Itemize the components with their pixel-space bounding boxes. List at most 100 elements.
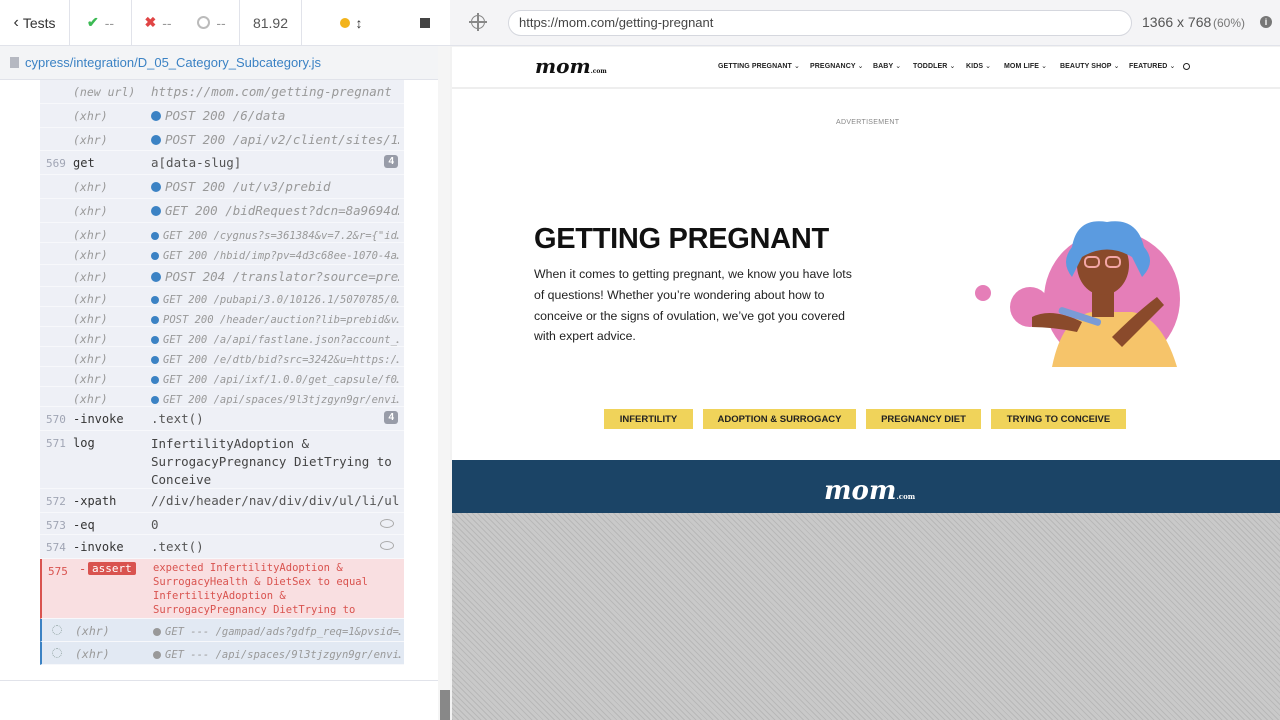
xhr-text: GET 200 /api/spaces/9l3tjzgyn9gr/envi… (163, 394, 399, 406)
log-row[interactable]: (xhr) GET 200 /api/ixf/1.0.0/get_capsule/… (40, 367, 404, 387)
log-row[interactable]: (xhr) GET 200 /cygnus?s=361384&v=7.2&r={"… (40, 223, 404, 243)
website-viewport: mom.com GETTING PREGNANT ⌄ PREGNANCY ⌄ BAB… (452, 47, 1280, 513)
chevron-down-icon: ⌄ (791, 63, 800, 70)
nav-item[interactable]: FEATURED ⌄ (1129, 62, 1175, 70)
site-logo[interactable]: mom.com (535, 54, 607, 78)
nav-item[interactable]: BABY ⌄ (873, 62, 901, 70)
eye-slash-icon[interactable] (380, 519, 394, 528)
log-row[interactable]: (xhr) POST 204 /translator?source=pre… (40, 265, 404, 287)
spinner-icon (52, 625, 62, 635)
xhr-text: POST 204 /translator?source=pre… (165, 269, 399, 284)
xhr-text: POST 200 /ut/v3/prebid (165, 179, 331, 194)
element-count-badge: 4 (384, 155, 398, 168)
log-command: (xhr) (73, 352, 108, 366)
search-icon[interactable] (1183, 63, 1190, 70)
nav-item[interactable]: GETTING PREGNANT ⌄ (718, 62, 800, 70)
nav-item[interactable]: BEAUTY SHOP ⌄ (1060, 62, 1120, 70)
chevron-down-icon: ⌄ (947, 63, 956, 70)
log-row-number: 573 (46, 519, 66, 532)
log-command: get (73, 156, 95, 170)
log-message: GET 200 /cygnus?s=361384&v=7.2&r={"id… (151, 227, 399, 242)
subcategory-tag[interactable]: PREGNANCY DIET (866, 409, 981, 429)
log-row[interactable]: (xhr) POST 200 /6/data (40, 104, 404, 128)
log-row-number: 571 (46, 437, 66, 450)
command-log: (new url) https://mom.com/getting-pregnan… (40, 80, 404, 665)
log-row[interactable]: (xhr) GET --- /gampad/ads?gdfp_req=1&pvsi… (40, 619, 404, 642)
nav-item[interactable]: MOM LIFE ⌄ (1004, 62, 1047, 70)
chevron-down-icon: ⌄ (983, 63, 992, 70)
log-row[interactable]: (xhr) GET 200 /hbid/imp?pv=4d3c68ee-1070-… (40, 243, 404, 265)
log-row-number: 572 (46, 495, 66, 508)
log-row[interactable]: (xhr) GET 200 /pubapi/3.0/10126.1/5070785… (40, 287, 404, 307)
log-message: GET 200 /e/dtb/bid?src=3242&u=https:/… (151, 351, 399, 366)
log-row[interactable]: 574 -invoke .text() (40, 535, 404, 559)
log-row[interactable]: (xhr) POST 200 /api/v2/client/sites/1… (40, 128, 404, 151)
log-row[interactable]: (xhr) GET 200 /a/api/fastlane.json?accoun… (40, 327, 404, 347)
auto-scroll-toggle[interactable]: ↕ (302, 0, 400, 46)
scrollbar-thumb[interactable] (440, 690, 450, 720)
log-command: (xhr) (75, 624, 110, 638)
subcategory-tag[interactable]: ADOPTION & SURROGACY (703, 409, 856, 429)
xhr-text: GET 200 /hbid/imp?pv=4d3c68ee-1070-4a… (163, 250, 399, 262)
xhr-text: GET 200 /pubapi/3.0/10126.1/5070785/0… (163, 294, 399, 306)
log-command: (xhr) (73, 228, 108, 242)
log-message: GET 200 /a/api/fastlane.json?account_… (151, 331, 399, 346)
log-command: (new url) (73, 85, 136, 99)
log-message: GET --- /api/spaces/9l3tjzgyn9gr/envi… (153, 646, 401, 661)
log-row[interactable]: 570 -invoke .text() 4 (40, 407, 404, 431)
log-row[interactable]: 571 log InfertilityAdoption & SurrogacyPre… (40, 431, 404, 489)
log-command: (xhr) (73, 133, 108, 147)
log-message: POST 200 /ut/v3/prebid (151, 179, 399, 194)
failed-count[interactable]: ✖ -- (132, 0, 184, 46)
log-row[interactable]: 573 -eq 0 (40, 513, 404, 535)
log-row[interactable]: (xhr) POST 200 /ut/v3/prebid (40, 175, 404, 199)
passed-count[interactable]: ✔ -- (70, 0, 132, 46)
log-row-assert[interactable]: 575- assert expected InfertilityAdoption &… (40, 559, 404, 630)
log-row[interactable]: (xhr) GET 200 /e/dtb/bid?src=3242&u=https… (40, 347, 404, 367)
xhr-text: POST 200 /api/v2/client/sites/1… (165, 132, 399, 147)
log-message: https://mom.com/getting-pregnant (151, 84, 392, 99)
log-message: .text() (151, 539, 204, 554)
status-dot-icon (153, 628, 161, 636)
log-row[interactable]: (xhr) GET 200 /api/spaces/9l3tjzgyn9gr/en… (40, 387, 404, 407)
log-message: POST 200 /api/v2/client/sites/1… (151, 132, 399, 147)
log-message: GET 200 /bidRequest?dcn=8a9694d… (151, 203, 399, 218)
chevron-left-icon: ‹ (13, 13, 19, 31)
eye-slash-icon[interactable] (380, 541, 394, 550)
nav-item[interactable]: TODDLER ⌄ (913, 62, 955, 70)
duration: 81.92 (240, 0, 302, 46)
log-command: -xpath (73, 494, 117, 508)
log-row[interactable]: (new url) https://mom.com/getting-pregnan… (40, 80, 404, 104)
xhr-text: GET 200 /api/ixf/1.0.0/get_capsule/f0… (163, 374, 399, 386)
nav-item[interactable]: PREGNANCY ⌄ (810, 62, 864, 70)
tests-back-button[interactable]: ‹ Tests (0, 0, 70, 46)
status-dot-icon (151, 376, 159, 384)
page-title: GETTING PREGNANT (534, 223, 829, 255)
log-row[interactable]: (xhr) POST 200 /header/auction?lib=prebid… (40, 307, 404, 327)
pending-count[interactable]: -- (184, 0, 240, 46)
subcategory-tag[interactable]: INFERTILITY (604, 409, 693, 429)
url-field[interactable]: https://mom.com/getting-pregnant (508, 10, 1132, 36)
spec-file-link[interactable]: cypress/integration/D_05_Category_Subcat… (25, 55, 321, 70)
status-dot-icon (339, 17, 350, 28)
subcategory-tag[interactable]: TRYING TO CONCEIVE (991, 409, 1126, 429)
log-command: (xhr) (73, 109, 108, 123)
log-row[interactable]: (xhr) GET 200 /bidRequest?dcn=8a9694d… (40, 199, 404, 223)
circle-icon (197, 16, 211, 29)
log-row[interactable]: 569 get a[data-slug] 4 (40, 151, 404, 175)
nav-item[interactable]: KIDS ⌄ (966, 62, 991, 70)
log-row[interactable]: (xhr) GET --- /api/spaces/9l3tjzgyn9gr/en… (40, 642, 404, 665)
status-dot-icon (151, 111, 161, 121)
status-dot-icon (151, 272, 161, 282)
info-icon[interactable]: i (1260, 16, 1272, 28)
log-row[interactable]: 572 -xpath //div/header/nav/div/div/ul/li/… (40, 489, 404, 513)
log-message: GET 200 /pubapi/3.0/10126.1/5070785/0… (151, 291, 399, 306)
scrollbar[interactable] (438, 46, 450, 720)
log-message: .text() (151, 411, 204, 426)
stop-button[interactable] (400, 0, 450, 46)
page-description: When it comes to getting pregnant, we kn… (534, 267, 852, 344)
xhr-text: POST 200 /6/data (165, 108, 286, 123)
log-command: (xhr) (73, 204, 108, 218)
log-command: (xhr) (73, 372, 108, 386)
command-log-panel: ‹ Tests ✔ -- ✖ -- -- 81.92 ↕ cypress/int… (0, 0, 450, 720)
